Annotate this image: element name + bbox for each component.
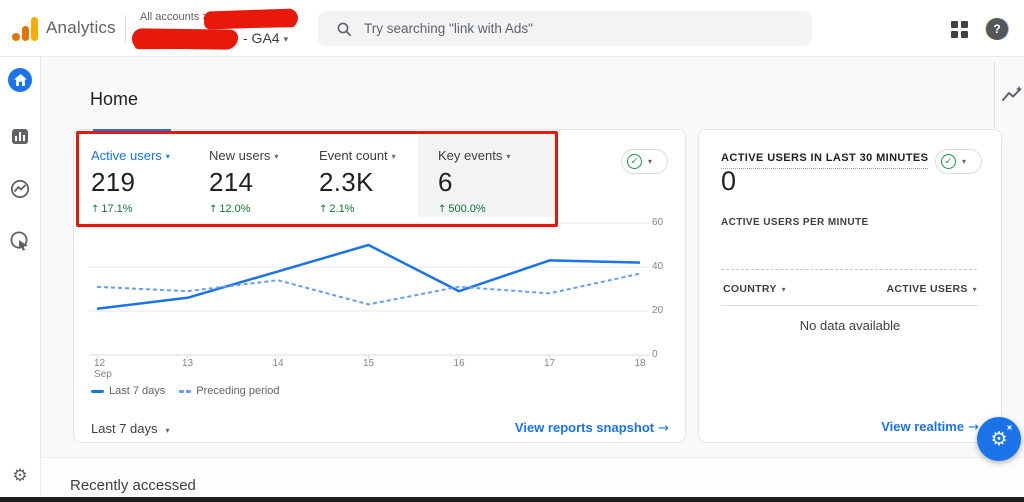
analytics-logo-icon xyxy=(12,16,40,42)
caret-down-icon[interactable]: ▾ xyxy=(166,426,170,435)
insights-fab[interactable]: ⚙ xyxy=(977,417,1021,461)
apps-grid-icon[interactable] xyxy=(951,21,968,38)
realtime-card: ACTIVE USERS IN LAST 30 MINUTES ✓ ▾ 0 AC… xyxy=(698,129,1002,443)
bar-chart-icon xyxy=(12,129,28,144)
top-app-bar: Analytics All accounts> - GA4 ▾ ? xyxy=(0,0,1024,57)
breadcrumb[interactable]: All accounts> xyxy=(140,11,209,23)
country-column-header[interactable]: COUNTRY▾ xyxy=(723,283,786,295)
legend-last-7-days: Last 7 days xyxy=(91,385,165,397)
caret-down-icon: ▾ xyxy=(648,157,652,166)
data-quality-button[interactable]: ✓ ▾ xyxy=(935,149,982,174)
y-axis-tick: 20 xyxy=(652,305,676,316)
data-quality-check-icon: ✓ xyxy=(627,154,642,169)
sidebar-item-admin[interactable]: ⚙ xyxy=(8,464,32,488)
metric-value: 6 xyxy=(438,167,554,198)
help-icon: ? xyxy=(993,22,1000,36)
y-axis-tick: 40 xyxy=(652,261,676,272)
active-tab-indicator xyxy=(93,129,171,133)
metric-value: 219 xyxy=(91,167,207,198)
help-button[interactable]: ? xyxy=(986,18,1008,40)
caret-down-icon[interactable]: ▾ xyxy=(782,285,786,294)
x-axis-tick: 17 xyxy=(544,358,555,369)
metric-value: 214 xyxy=(209,167,325,198)
y-axis-tick: 60 xyxy=(652,217,676,228)
global-search[interactable] xyxy=(318,11,812,46)
sidebar-item-home[interactable] xyxy=(8,68,32,92)
metric-selector[interactable]: New users▾ xyxy=(209,148,325,163)
per-minute-chart-baseline xyxy=(721,269,977,270)
window-bottom-edge xyxy=(0,497,1024,502)
gear-sparkle-icon: ⚙ xyxy=(990,430,1007,449)
caret-down-icon[interactable]: ▾ xyxy=(274,152,278,161)
insights-panel-divider xyxy=(994,62,995,128)
chart-legend: Last 7 days Preceding period xyxy=(91,385,279,397)
page-title: Home xyxy=(90,89,138,110)
x-axis-tick: 13 xyxy=(182,358,193,369)
y-axis-tick: 0 xyxy=(652,349,676,360)
search-icon xyxy=(336,21,352,37)
chevron-down-icon[interactable]: ▾ xyxy=(284,35,289,45)
series-last-7-days xyxy=(97,245,640,309)
legend-preceding-period: Preceding period xyxy=(179,385,279,397)
x-axis-tick: 15 xyxy=(363,358,374,369)
dashed-line-swatch xyxy=(179,390,191,393)
data-quality-check-icon: ✓ xyxy=(941,154,956,169)
redaction-scribble-account xyxy=(204,8,299,29)
sidebar-item-advertising[interactable] xyxy=(8,229,32,253)
metric-selector[interactable]: Active users▾ xyxy=(91,148,207,163)
x-axis-tick: 12Sep xyxy=(94,358,112,380)
right-arrow-icon: → xyxy=(658,421,669,436)
left-navigation: ⚙ xyxy=(0,57,41,498)
sidebar-item-reports[interactable] xyxy=(8,124,32,148)
insights-icon[interactable] xyxy=(1001,86,1023,109)
property-suffix: - GA4 xyxy=(243,30,280,46)
x-axis-tick: 16 xyxy=(453,358,464,369)
view-realtime-link[interactable]: View realtime→ xyxy=(881,419,979,434)
home-overview-card: Active users▾ 219 ↑17.1% New users▾ 214 … xyxy=(73,129,686,443)
search-input[interactable] xyxy=(364,21,784,36)
no-data-message: No data available xyxy=(699,318,1001,333)
per-minute-label: ACTIVE USERS PER MINUTE xyxy=(721,217,869,228)
caret-down-icon[interactable]: ▾ xyxy=(166,152,170,161)
realtime-title: ACTIVE USERS IN LAST 30 MINUTES xyxy=(721,152,928,169)
x-axis-tick: 18 xyxy=(634,358,645,369)
metric-active-users: Active users▾ 219 ↑17.1% xyxy=(91,148,207,215)
metric-key-events: Key events▾ 6 ↑500.0% xyxy=(438,148,554,215)
caret-down-icon[interactable]: ▾ xyxy=(506,152,510,161)
active-users-column-header[interactable]: ACTIVE USERS▾ xyxy=(886,283,977,295)
metric-value: 2.3K xyxy=(319,167,435,198)
view-reports-snapshot-link[interactable]: View reports snapshot→ xyxy=(515,420,669,436)
sidebar-item-explore[interactable] xyxy=(8,177,32,201)
recently-accessed-title: Recently accessed xyxy=(70,477,196,494)
realtime-table-header: COUNTRY▾ ACTIVE USERS▾ xyxy=(723,283,977,295)
caret-down-icon: ▾ xyxy=(962,157,966,166)
active-users-30min-value: 0 xyxy=(721,166,736,197)
advertising-icon xyxy=(10,231,30,251)
data-quality-button[interactable]: ✓ ▾ xyxy=(621,149,668,174)
metric-selector[interactable]: Key events▾ xyxy=(438,148,554,163)
x-axis-tick: 14 xyxy=(272,358,283,369)
active-users-trend-chart xyxy=(89,212,649,364)
property-switcher[interactable]: - GA4 ▾ xyxy=(243,30,288,46)
metric-selector[interactable]: Event count▾ xyxy=(319,148,435,163)
topbar-divider xyxy=(125,15,126,42)
explore-icon xyxy=(10,179,30,199)
metric-new-users: New users▾ 214 ↑12.0% xyxy=(209,148,325,215)
date-range-selector[interactable]: Last 7 days▾ xyxy=(91,421,170,436)
table-divider xyxy=(721,305,979,306)
metric-event-count: Event count▾ 2.3K ↑2.1% xyxy=(319,148,435,215)
breadcrumb-all-accounts[interactable]: All accounts xyxy=(140,11,199,23)
caret-down-icon[interactable]: ▾ xyxy=(392,152,396,161)
ga4-home-screen: Analytics All accounts> - GA4 ▾ ? xyxy=(0,0,1024,502)
solid-line-swatch xyxy=(91,390,104,393)
redaction-scribble-property xyxy=(132,28,238,49)
product-name: Analytics xyxy=(46,18,116,38)
card-footer: Last 7 days▾ View reports snapshot→ xyxy=(74,413,685,443)
gear-icon: ⚙ xyxy=(12,466,27,486)
caret-down-icon[interactable]: ▾ xyxy=(973,285,977,294)
home-icon xyxy=(14,74,27,86)
